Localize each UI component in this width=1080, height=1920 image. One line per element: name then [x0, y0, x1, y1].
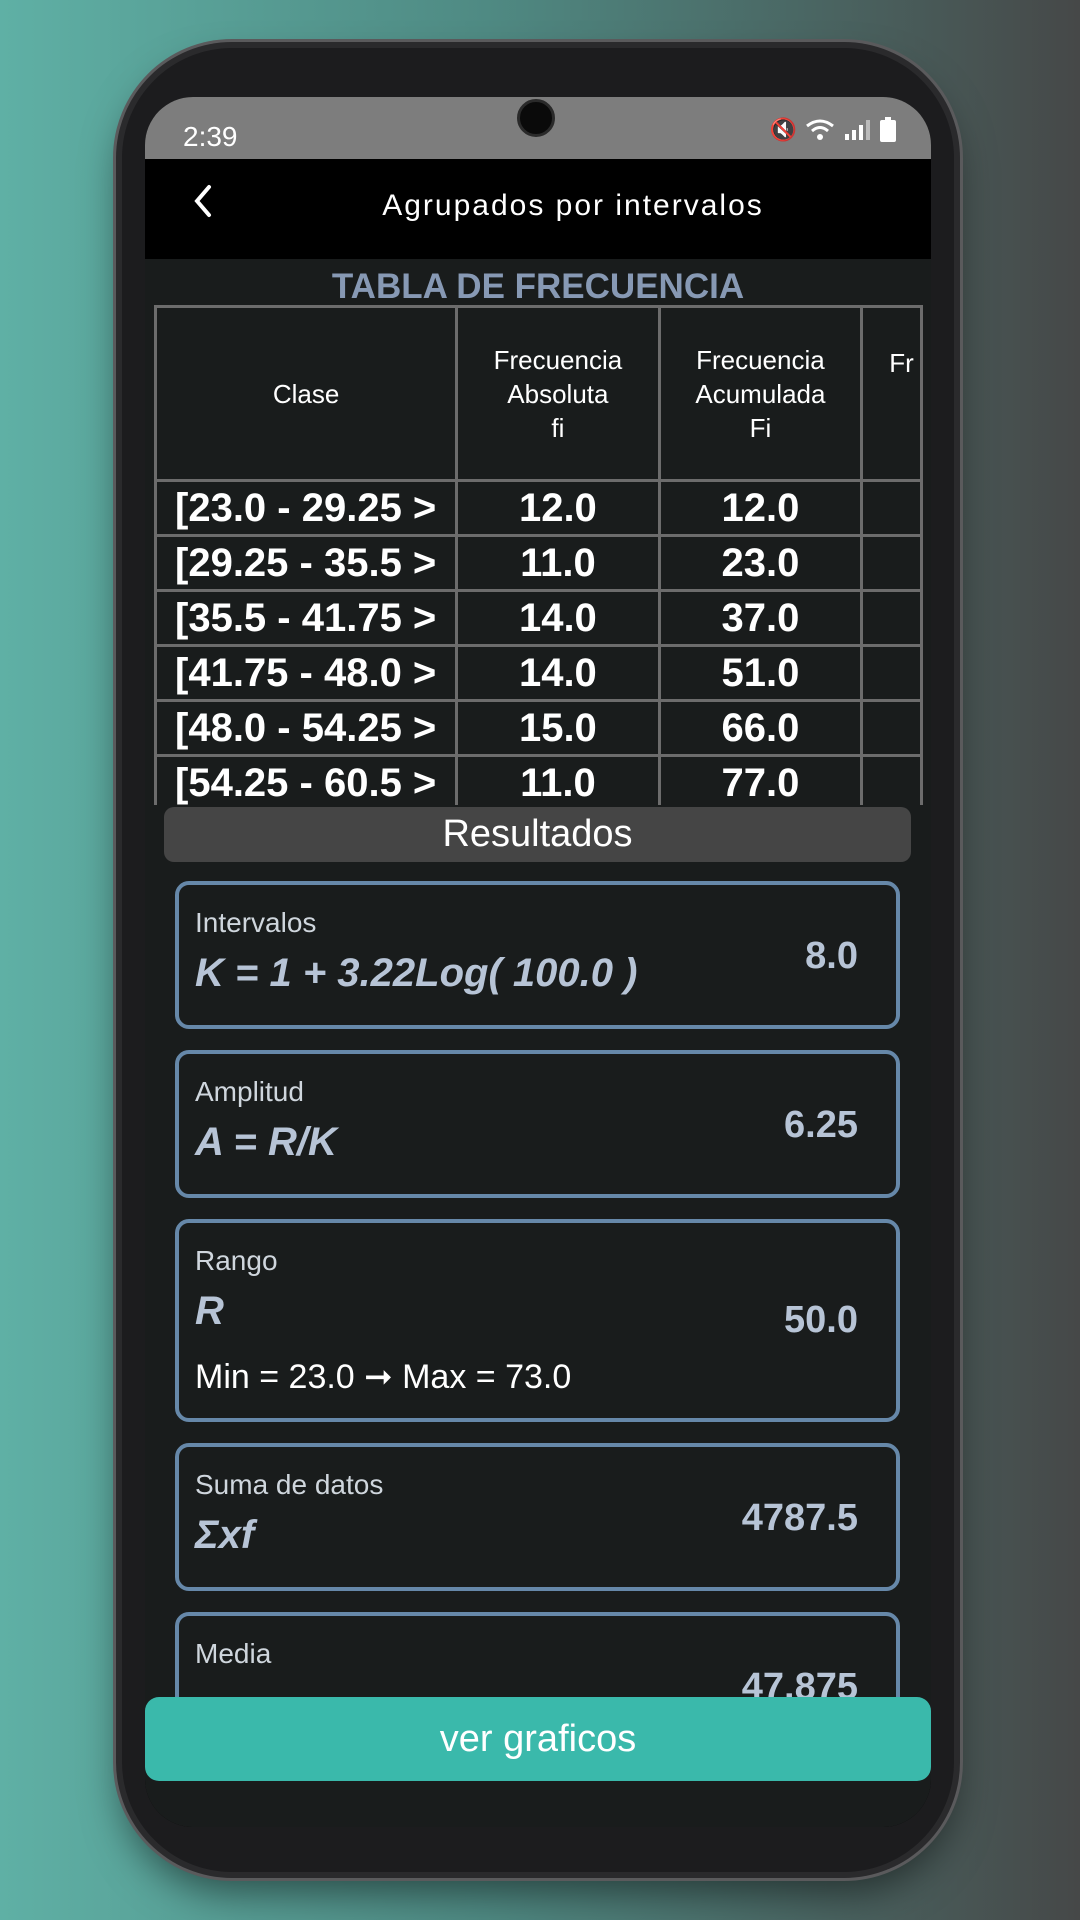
cell-clase: [35.5 - 41.75 >	[154, 589, 459, 647]
header-partial: Fr	[860, 305, 923, 482]
card-label: Suma de datos	[195, 1469, 384, 1500]
card-formula: R	[195, 1289, 224, 1333]
card-formula: Σxf	[195, 1513, 255, 1557]
cell-Fi: 12.0	[657, 479, 864, 537]
cell-clase: [29.25 - 35.5 >	[154, 534, 459, 592]
cell-partial	[860, 754, 923, 805]
card-value: 50.0	[784, 1299, 858, 1341]
cell-clase: [41.75 - 48.0 >	[154, 644, 459, 702]
frequency-table-scroll[interactable]: Clase Frecuencia Absoluta fi Frecuencia Acu…	[154, 305, 923, 805]
table-row: [48.0 - 54.25 >15.0 66.0	[154, 699, 923, 757]
cell-Fi: 66.0	[657, 699, 864, 757]
cell-fi: 11.0	[455, 754, 661, 805]
battery-icon	[880, 117, 896, 142]
card-label: Intervalos	[195, 907, 317, 938]
front-camera	[517, 99, 555, 137]
result-card-rango: Rango R 50.0 Min = 23.0 ➞ Max = 73.0	[175, 1219, 900, 1422]
header-frecuencia-absoluta: Frecuencia Absoluta fi	[455, 305, 661, 482]
result-card-intervalos: Intervalos K = 1 + 3.22Log( 100.0 ) 8.0	[175, 881, 900, 1029]
cell-partial	[860, 699, 923, 757]
result-card-amplitud: Amplitud A = R/K 6.25	[175, 1050, 900, 1198]
cell-fi: 15.0	[455, 699, 661, 757]
header-frecuencia-acumulada: Frecuencia Acumulada Fi	[657, 305, 864, 482]
cell-partial	[860, 534, 923, 592]
cell-clase: [54.25 - 60.5 >	[154, 754, 459, 805]
ver-graficos-button[interactable]: ver graficos	[145, 1697, 931, 1781]
card-label: Rango	[195, 1245, 278, 1276]
result-card-media: Media 47.875	[175, 1612, 900, 1697]
card-value: 6.25	[784, 1104, 858, 1146]
cell-Fi: 77.0	[657, 754, 864, 805]
card-label: Amplitud	[195, 1076, 304, 1107]
frequency-table: Clase Frecuencia Absoluta fi Frecuencia Acu…	[154, 305, 923, 805]
results-heading: Resultados	[164, 807, 911, 862]
table-title: TABLA DE FRECUENCIA	[331, 267, 745, 306]
cell-clase: [48.0 - 54.25 >	[154, 699, 459, 757]
signal-icon	[845, 120, 870, 140]
cell-Fi: 23.0	[657, 534, 864, 592]
table-row: [54.25 - 60.5 >11.0 77.0	[154, 754, 923, 805]
table-row: [41.75 - 48.0 >14.0 51.0	[154, 644, 923, 702]
cell-clase: [23.0 - 29.25 >	[154, 479, 459, 537]
status-icons: 🔇	[770, 117, 897, 143]
content-area: TABLA DE FRECUENCIA Clase Frecuencia Abso…	[145, 259, 931, 1827]
card-formula: K = 1 + 3.22Log( 100.0 )	[195, 951, 638, 995]
card-value: 4787.5	[741, 1497, 858, 1539]
card-label: Media	[195, 1638, 272, 1669]
cell-Fi: 37.0	[657, 589, 864, 647]
result-card-suma: Suma de datos Σxf 4787.5	[175, 1443, 900, 1591]
table-row: [29.25 - 35.5 >11.0 23.0	[154, 534, 923, 592]
table-header-row: Clase Frecuencia Absoluta fi Frecuencia Acu…	[154, 305, 923, 482]
mute-icon: 🔇	[769, 117, 797, 142]
results-list[interactable]: Intervalos K = 1 + 3.22Log( 100.0 ) 8.0 …	[145, 881, 931, 1697]
table-row: [35.5 - 41.75 >14.0 37.0	[154, 589, 923, 647]
card-value: 8.0	[805, 935, 858, 977]
cell-fi: 12.0	[455, 479, 661, 537]
card-value: 47.875	[741, 1666, 858, 1697]
status-bar: 2:39 🔇	[145, 97, 931, 159]
status-time: 2:39	[183, 121, 238, 152]
phone-screen: 2:39 🔇 Agrupados por intervalos TABLA DE…	[145, 97, 931, 1827]
cell-Fi: 51.0	[657, 644, 864, 702]
page-title: Agrupados por intervalos	[382, 189, 764, 222]
card-min-max: Min = 23.0 ➞ Max = 73.0	[195, 1358, 572, 1396]
cell-partial	[860, 589, 923, 647]
wifi-icon	[806, 119, 834, 140]
header-clase: Clase	[154, 305, 459, 482]
cell-partial	[860, 644, 923, 702]
cell-partial	[860, 479, 923, 537]
app-bar: Agrupados por intervalos	[145, 159, 931, 259]
card-formula: A = R/K	[195, 1120, 337, 1164]
cell-fi: 14.0	[455, 589, 661, 647]
table-row: [23.0 - 29.25 >12.0 12.0	[154, 479, 923, 537]
cell-fi: 14.0	[455, 644, 661, 702]
cell-fi: 11.0	[455, 534, 661, 592]
